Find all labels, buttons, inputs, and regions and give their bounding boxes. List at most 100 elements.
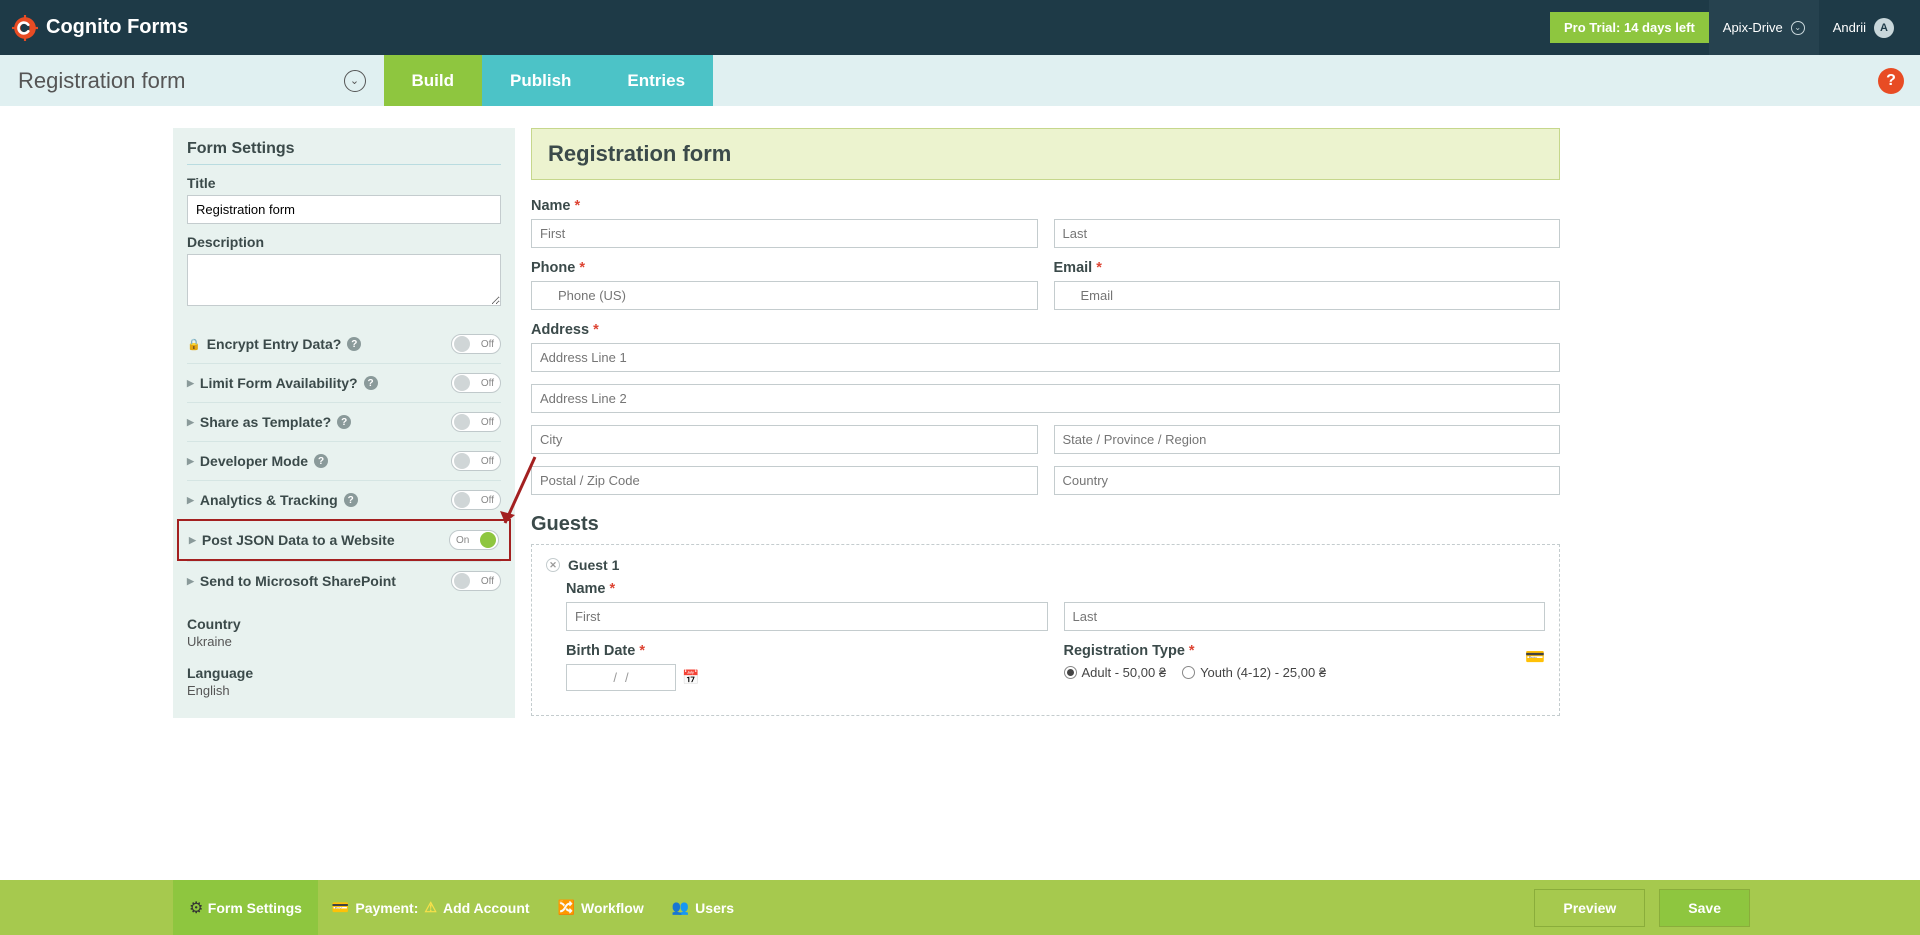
user-name: Andrii <box>1833 20 1866 35</box>
last-name-input[interactable] <box>1054 219 1561 248</box>
guest-first-input[interactable] <box>566 602 1048 631</box>
setting-post-json[interactable]: ▶Post JSON Data to a Website <box>189 527 499 553</box>
chevron-down-icon: ⌄ <box>1791 21 1805 35</box>
address-label: Address * <box>531 322 1560 338</box>
brand-logo[interactable]: Cognito Forms <box>12 15 188 41</box>
gear-icon: ⚙ <box>189 898 203 918</box>
guest-name-label: Name * <box>566 581 1048 597</box>
credit-card-icon: 💳 <box>1525 647 1545 667</box>
chevron-right-icon: ▶ <box>187 417 194 428</box>
birth-date-label: Birth Date * <box>566 643 1048 659</box>
form-title: Registration form <box>548 141 1543 167</box>
setting-developer-mode[interactable]: ▶Developer Mode? <box>187 441 501 480</box>
form-title-box[interactable]: Registration form <box>531 128 1560 180</box>
toggle-off[interactable] <box>451 334 501 354</box>
brand-text: Cognito Forms <box>46 16 188 39</box>
guests-heading: Guests <box>531 513 1560 536</box>
lock-icon: 🔒 <box>187 338 201 351</box>
chevron-right-icon: ▶ <box>189 535 196 546</box>
tab-entries[interactable]: Entries <box>599 55 713 106</box>
postal-input[interactable] <box>531 466 1038 495</box>
bottom-bar: ⚙ Form Settings 💳 Payment: ⚠ Add Account… <box>0 880 1920 935</box>
toggle-on[interactable] <box>449 530 499 550</box>
state-input[interactable] <box>1054 425 1561 454</box>
guest-section: ✕ Guest 1 Name * Birth Date * <box>531 544 1560 716</box>
chevron-right-icon: ▶ <box>187 495 194 506</box>
form-settings-button[interactable]: ⚙ Form Settings <box>173 880 318 935</box>
radio-youth[interactable]: Youth (4-12) - 25,00 ₴ <box>1182 665 1326 680</box>
radio-adult[interactable]: Adult - 50,00 ₴ <box>1064 665 1167 680</box>
setting-analytics-tracking[interactable]: ▶Analytics & Tracking? <box>187 480 501 519</box>
description-label: Description <box>187 234 501 250</box>
address-line2-input[interactable] <box>531 384 1560 413</box>
first-name-input[interactable] <box>531 219 1038 248</box>
country-label: Country <box>187 616 501 632</box>
toggle-off[interactable] <box>451 571 501 591</box>
guest-header: ✕ Guest 1 <box>546 557 1545 573</box>
warning-icon: ⚠ <box>424 899 437 916</box>
help-icon[interactable]: ? <box>344 493 358 507</box>
language-value[interactable]: English <box>187 683 501 698</box>
main-tabs: Build Publish Entries <box>384 55 714 106</box>
title-input[interactable] <box>187 195 501 224</box>
address-line1-input[interactable] <box>531 343 1560 372</box>
save-button[interactable]: Save <box>1659 889 1750 927</box>
workflow-button[interactable]: 🔀 Workflow <box>544 899 658 916</box>
chevron-down-icon[interactable]: ⌄ <box>344 70 366 92</box>
toggle-off[interactable] <box>451 490 501 510</box>
calendar-icon[interactable]: 📅 <box>682 669 699 686</box>
toggle-off[interactable] <box>451 412 501 432</box>
email-input[interactable] <box>1054 281 1561 310</box>
country-value[interactable]: Ukraine <box>187 634 501 649</box>
sub-bar: Registration form ⌄ Build Publish Entrie… <box>0 55 1920 106</box>
title-label: Title <box>187 175 501 191</box>
preview-button[interactable]: Preview <box>1534 889 1645 927</box>
shuffle-icon: 🔀 <box>558 899 575 916</box>
help-icon[interactable]: ? <box>364 376 378 390</box>
setting-share-template[interactable]: ▶Share as Template?? <box>187 402 501 441</box>
main-area: Form Settings Title Description 🔒Encrypt… <box>0 106 1560 718</box>
phone-label: Phone * <box>531 260 1038 276</box>
form-settings-panel: Form Settings Title Description 🔒Encrypt… <box>173 128 515 718</box>
help-icon[interactable]: ? <box>314 454 328 468</box>
form-name-text: Registration form <box>18 68 186 94</box>
chevron-right-icon: ▶ <box>187 378 194 389</box>
pro-trial-badge[interactable]: Pro Trial: 14 days left <box>1550 12 1709 43</box>
help-icon[interactable]: ? <box>1878 68 1904 94</box>
remove-guest-icon[interactable]: ✕ <box>546 558 560 572</box>
language-label: Language <box>187 665 501 681</box>
tab-publish[interactable]: Publish <box>482 55 599 106</box>
form-canvas: Registration form Name * Phone * 📞 Email… <box>515 128 1560 718</box>
help-icon[interactable]: ? <box>347 337 361 351</box>
phone-input[interactable] <box>531 281 1038 310</box>
toggle-off[interactable] <box>451 373 501 393</box>
description-input[interactable] <box>187 254 501 306</box>
toggle-off[interactable] <box>451 451 501 471</box>
credit-card-icon: 💳 <box>332 899 349 916</box>
chevron-right-icon: ▶ <box>187 456 194 467</box>
form-name-display[interactable]: Registration form ⌄ <box>0 68 384 94</box>
radio-selected-icon <box>1064 666 1077 679</box>
birth-date-input[interactable]: // <box>566 664 676 691</box>
panel-heading: Form Settings <box>187 140 501 158</box>
setting-limit-availability[interactable]: ▶Limit Form Availability?? <box>187 363 501 402</box>
registration-type-label: Registration Type * <box>1064 643 1546 659</box>
chevron-right-icon: ▶ <box>187 576 194 587</box>
name-label: Name * <box>531 198 1038 214</box>
email-label: Email * <box>1054 260 1561 276</box>
payment-button[interactable]: 💳 Payment: ⚠ Add Account <box>318 899 544 916</box>
highlighted-setting: ▶Post JSON Data to a Website <box>177 519 511 561</box>
users-icon: 👥 <box>672 899 689 916</box>
org-menu[interactable]: Apix-Drive ⌄ <box>1709 0 1819 55</box>
tab-build[interactable]: Build <box>384 55 483 106</box>
cognito-gear-icon <box>12 15 38 41</box>
setting-encrypt-entry-data[interactable]: 🔒Encrypt Entry Data?? <box>187 325 501 363</box>
user-menu[interactable]: Andrii A <box>1819 0 1908 55</box>
avatar: A <box>1874 18 1894 38</box>
help-icon[interactable]: ? <box>337 415 351 429</box>
guest-last-input[interactable] <box>1064 602 1546 631</box>
country-input[interactable] <box>1054 466 1561 495</box>
users-button[interactable]: 👥 Users <box>658 899 748 916</box>
city-input[interactable] <box>531 425 1038 454</box>
setting-sharepoint[interactable]: ▶Send to Microsoft SharePoint <box>187 561 501 600</box>
